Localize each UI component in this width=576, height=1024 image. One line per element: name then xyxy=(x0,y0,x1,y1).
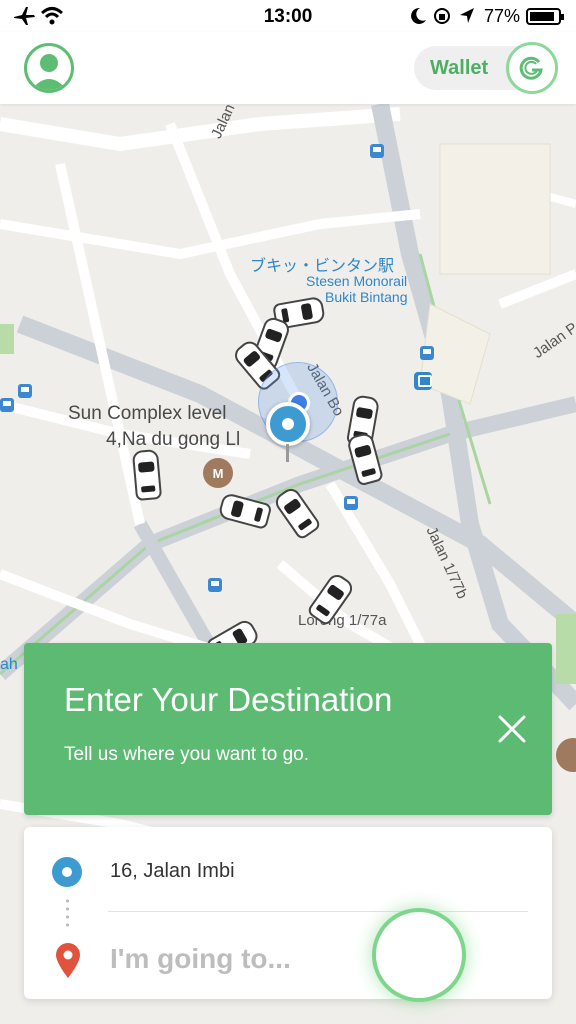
monorail-icon xyxy=(414,372,432,390)
route-connector-dots xyxy=(66,897,69,931)
battery-icon xyxy=(526,8,564,25)
route-divider xyxy=(108,911,528,912)
destination-banner-subtitle: Tell us where you want to go. xyxy=(64,744,310,765)
top-header: Wallet xyxy=(0,32,576,104)
route-card: 16, Jalan Imbi xyxy=(24,827,552,999)
battery-percent: 77% xyxy=(483,6,520,26)
orientation-lock-icon xyxy=(434,8,450,24)
close-icon[interactable] xyxy=(494,711,530,747)
map-label-station-ms-1: Stesen Monorail xyxy=(306,273,408,289)
location-arrow-icon xyxy=(460,8,474,23)
grab-g-icon xyxy=(506,42,558,94)
location-pin-icon[interactable] xyxy=(266,402,310,466)
bus-stop-icon xyxy=(344,496,358,510)
user-avatar-icon xyxy=(31,54,67,90)
bus-stop-icon xyxy=(18,384,32,398)
car-icon xyxy=(131,448,163,502)
map-label-sun-complex-2: 4,Na du gong Ll xyxy=(106,429,241,450)
status-bar: 13:00 77% xyxy=(0,0,576,32)
destination-banner: Enter Your Destination Tell us where you… xyxy=(24,643,552,815)
dropoff-input[interactable] xyxy=(110,939,350,979)
go-circle-button[interactable] xyxy=(372,908,466,1002)
map-label-edge-left: ah xyxy=(0,656,18,673)
user-avatar-button[interactable] xyxy=(24,43,74,93)
bus-stop-icon xyxy=(420,346,434,360)
map-label-sun-complex-1: Sun Complex level xyxy=(68,403,227,424)
moon-icon xyxy=(411,7,426,24)
bus-stop-icon xyxy=(370,144,384,158)
pickup-address[interactable]: 16, Jalan Imbi xyxy=(110,860,235,883)
pickup-dot-icon xyxy=(52,857,82,887)
wallet-button[interactable]: Wallet xyxy=(414,42,558,94)
destination-banner-title: Enter Your Destination xyxy=(64,681,393,718)
dropoff-pin-icon xyxy=(56,943,80,978)
map-label-station-ms-2: Bukit Bintang xyxy=(325,289,408,305)
bus-stop-icon xyxy=(208,578,222,592)
wallet-label: Wallet xyxy=(430,57,489,79)
museum-icon: M xyxy=(203,458,233,488)
bus-stop-icon xyxy=(0,398,14,412)
